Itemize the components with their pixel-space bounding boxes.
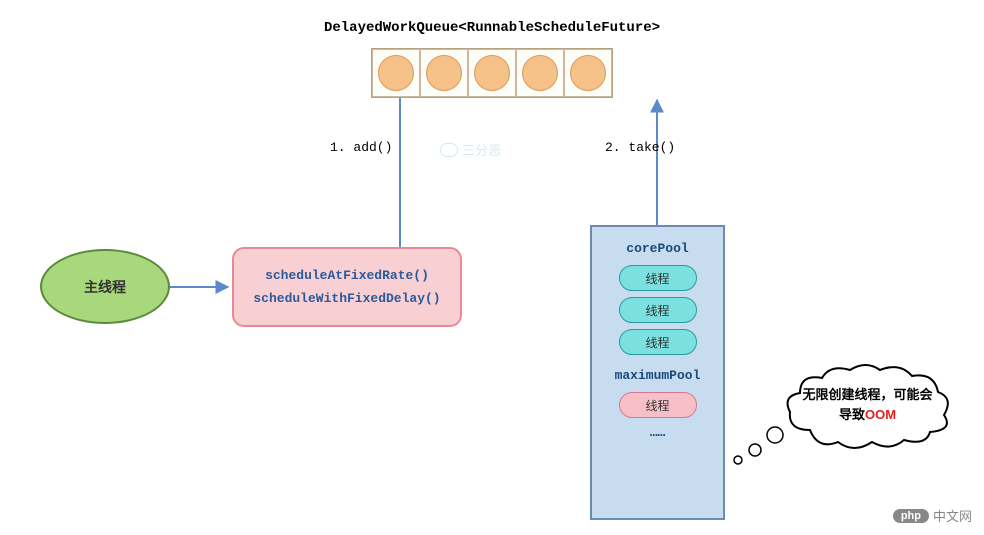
bubble-icon bbox=[749, 444, 761, 456]
thought-bubbles bbox=[0, 0, 984, 535]
bubble-icon bbox=[734, 456, 742, 464]
bubble-icon bbox=[767, 427, 783, 443]
